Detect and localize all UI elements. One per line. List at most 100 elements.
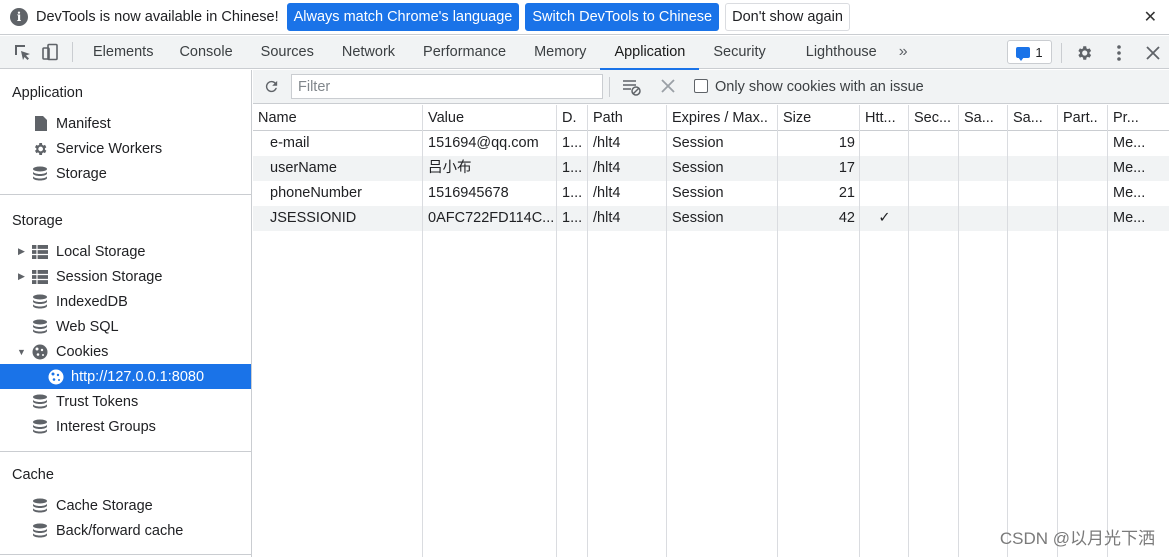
column-header-partition-key[interactable]: Part.. — [1058, 105, 1108, 131]
column-header-httponly[interactable]: Htt... — [860, 105, 909, 131]
toolbar-divider — [609, 77, 610, 97]
info-icon: i — [10, 8, 28, 26]
database-icon — [32, 419, 48, 435]
sidebar-item-label: Web SQL — [56, 318, 119, 335]
tab-performance[interactable]: Performance — [409, 36, 520, 69]
sidebar-item-trust-tokens[interactable]: Trust Tokens — [0, 389, 251, 414]
column-header-path[interactable]: Path — [588, 105, 667, 131]
cell-size: 21 — [838, 185, 855, 201]
storage-section-title: Storage — [12, 213, 63, 229]
tab-sources[interactable]: Sources — [247, 36, 328, 69]
cookie-icon — [48, 369, 64, 385]
cell-priority: Me... — [1113, 135, 1146, 151]
tab-security[interactable]: Security — [699, 36, 785, 69]
database-icon — [32, 523, 48, 539]
delete-selected-icon[interactable] — [661, 79, 675, 96]
sidebar-item-service-workers[interactable]: Service Workers — [0, 136, 251, 161]
sidebar-item-cache-storage[interactable]: Cache Storage — [0, 493, 251, 518]
column-divider[interactable] — [777, 105, 778, 557]
filter-input[interactable] — [291, 74, 603, 99]
sidebar-item-indexeddb[interactable]: IndexedDB — [0, 289, 251, 314]
issues-counter-button[interactable]: 1 — [1007, 40, 1052, 64]
column-divider[interactable] — [556, 105, 557, 557]
grid-icon — [32, 269, 48, 285]
clear-all-cookies-icon[interactable] — [622, 78, 642, 99]
sidebar-item-label: Back/forward cache — [56, 522, 184, 539]
close-infobar-icon[interactable]: ✕ — [1144, 7, 1157, 27]
close-devtools-icon[interactable] — [1140, 36, 1166, 69]
only-issues-checkbox[interactable] — [694, 79, 708, 93]
column-divider[interactable] — [422, 105, 423, 557]
tab-console[interactable]: Console — [165, 36, 246, 69]
tab-lighthouse[interactable]: Lighthouse — [786, 36, 891, 69]
sidebar-item-session-storage[interactable]: ▶ Session Storage — [0, 264, 251, 289]
expand-arrow-icon[interactable]: ▶ — [18, 246, 28, 257]
column-header-size[interactable]: Size — [778, 105, 860, 131]
tab-memory[interactable]: Memory — [520, 36, 600, 69]
settings-gear-icon[interactable] — [1070, 36, 1098, 69]
always-match-language-button[interactable]: Always match Chrome's language — [286, 3, 520, 31]
section-divider — [0, 451, 251, 452]
database-icon — [32, 319, 48, 335]
column-header-sameparty[interactable]: Sa... — [1008, 105, 1058, 131]
cache-section-title: Cache — [12, 467, 54, 483]
cookie-icon — [32, 344, 48, 360]
sidebar-item-cookie-origin[interactable]: http://127.0.0.1:8080 — [0, 364, 251, 389]
sidebar-item-interest-groups[interactable]: Interest Groups — [0, 414, 251, 439]
expand-arrow-icon[interactable]: ▶ — [18, 271, 28, 282]
database-icon — [32, 498, 48, 514]
table-row[interactable]: phoneNumber 1516945678 1... /hlt4 Sessio… — [253, 181, 1169, 206]
tab-network[interactable]: Network — [328, 36, 409, 69]
issue-bubble-icon — [1016, 46, 1031, 61]
column-header-expires[interactable]: Expires / Max.. — [667, 105, 778, 131]
sidebar-item-local-storage[interactable]: ▶ Local Storage — [0, 239, 251, 264]
cell-size: 19 — [838, 135, 855, 151]
column-header-value[interactable]: Value — [423, 105, 557, 131]
grid-icon — [32, 244, 48, 260]
column-header-samesite[interactable]: Sa... — [959, 105, 1008, 131]
tab-application[interactable]: Application — [600, 36, 700, 70]
sidebar-item-label: Session Storage — [56, 268, 163, 285]
sidebar-item-manifest[interactable]: Manifest — [0, 111, 251, 136]
inspect-element-icon[interactable] — [8, 38, 36, 66]
column-header-name[interactable]: Name — [253, 105, 423, 131]
table-row[interactable]: JSESSIONID 0AFC722FD114C... 1... /hlt4 S… — [253, 206, 1169, 231]
more-tabs-icon[interactable]: » — [891, 43, 916, 61]
column-divider[interactable] — [587, 105, 588, 557]
file-icon — [33, 116, 49, 132]
column-header-priority[interactable]: Pr... — [1108, 105, 1169, 131]
cell-value: 0AFC722FD114C... — [428, 210, 555, 226]
column-header-secure[interactable]: Sec... — [909, 105, 959, 131]
collapse-arrow-icon[interactable]: ▼ — [17, 347, 27, 357]
column-divider[interactable] — [958, 105, 959, 557]
column-header-domain[interactable]: D. — [557, 105, 588, 131]
tab-elements[interactable]: Elements — [81, 36, 165, 69]
csdn-watermark: CSDN @以月光下洒 — [999, 529, 1155, 548]
cell-path: /hlt4 — [593, 185, 621, 201]
column-divider[interactable] — [859, 105, 860, 557]
table-header: Name Value D. Path Expires / Max.. Size … — [253, 105, 1169, 131]
dont-show-again-button[interactable]: Don't show again — [725, 3, 850, 31]
sidebar-item-storage[interactable]: Storage — [0, 161, 251, 186]
sidebar-item-cookies[interactable]: ▼ Cookies — [0, 339, 251, 364]
column-divider[interactable] — [1057, 105, 1058, 557]
sidebar-item-web-sql[interactable]: Web SQL — [0, 314, 251, 339]
table-row[interactable]: userName 吕小布 1... /hlt4 Session 17 Me... — [253, 156, 1169, 181]
cell-name: userName — [270, 160, 337, 176]
more-options-icon[interactable] — [1106, 36, 1132, 69]
column-divider[interactable] — [1007, 105, 1008, 557]
table-row[interactable]: e-mail 151694@qq.com 1... /hlt4 Session … — [253, 131, 1169, 156]
cell-priority: Me... — [1113, 210, 1146, 226]
sidebar-item-label: Manifest — [56, 115, 111, 132]
sidebar-item-back-forward-cache[interactable]: Back/forward cache — [0, 518, 251, 543]
column-divider[interactable] — [666, 105, 667, 557]
device-toolbar-icon[interactable] — [36, 38, 64, 66]
refresh-icon[interactable] — [263, 78, 280, 98]
cell-name: JSESSIONID — [270, 210, 357, 226]
switch-to-chinese-button[interactable]: Switch DevTools to Chinese — [525, 3, 720, 31]
column-divider[interactable] — [908, 105, 909, 557]
cell-value: 吕小布 — [428, 160, 472, 176]
column-divider[interactable] — [1107, 105, 1108, 557]
cell-expires: Session — [672, 185, 724, 201]
cell-expires: Session — [672, 135, 724, 151]
